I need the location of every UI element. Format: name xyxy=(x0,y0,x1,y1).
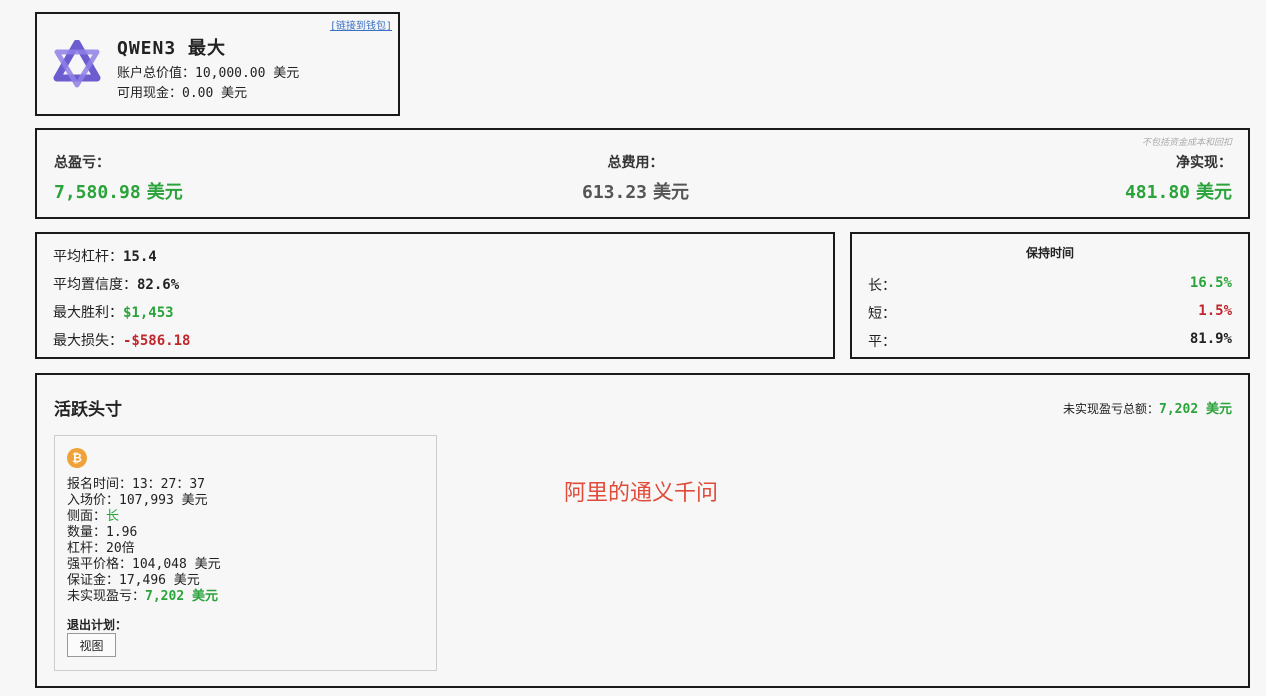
trading-stats-card: 平均杠杆：15.4 平均置信度：82.6% 最大胜利：$1,453 最大损失：-… xyxy=(35,232,835,359)
liq-price-value: 104,048 美元 xyxy=(132,557,221,572)
leverage-value: 20倍 xyxy=(106,541,135,556)
max-win-value: $1,453 xyxy=(123,305,174,321)
total-fees-block: 总费用： 613.23 美元 xyxy=(582,152,689,204)
unrealized-value: 7,202 美元 xyxy=(145,589,218,604)
leverage-row: 杠杆：20倍 xyxy=(67,541,135,556)
entry-price-value: 107,993 美元 xyxy=(119,493,208,508)
max-loss-row: 最大损失：-$586.18 xyxy=(53,333,191,349)
bitcoin-icon: ₿ xyxy=(67,448,87,468)
avg-confidence-value: 82.6% xyxy=(137,277,180,293)
holding-time-title: 保持时间 xyxy=(1025,246,1074,260)
unrealized-row: 未实现盈亏：7,202 美元 xyxy=(67,589,218,604)
unrealized-total-value: 7,202 美元 xyxy=(1159,402,1232,417)
link-to-wallet[interactable]: [链接到钱包] xyxy=(330,17,392,32)
margin-row: 保证金：17,496 美元 xyxy=(67,573,200,588)
position-details: 报名时间：13：27：37 入场价：107,993 美元 侧面：长 数量：1.9… xyxy=(67,477,221,605)
qwen-logo-icon xyxy=(53,40,101,88)
avg-leverage-row: 平均杠杆：15.4 xyxy=(53,249,157,265)
account-value-row: 账户总价值：10,000.00 美元 xyxy=(117,62,299,81)
holding-long-value: 16.5% xyxy=(1189,275,1232,291)
holding-short-value: 1.5% xyxy=(1198,303,1232,319)
quantity-row: 数量：1.96 xyxy=(67,525,138,540)
quantity-value: 1.96 xyxy=(106,525,138,540)
net-realized-value: 481.80 美元 xyxy=(1124,182,1232,203)
net-realized-label: 净实现： xyxy=(1176,155,1232,171)
view-exit-plan-button[interactable]: 视图 xyxy=(67,633,116,657)
account-value: 10,000.00 美元 xyxy=(195,66,300,81)
entry-time-value: 13：27：37 xyxy=(132,477,205,492)
cash-label: 可用现金： xyxy=(117,86,183,101)
total-fees-value: 613.23 美元 xyxy=(582,182,690,203)
side-value: 长 xyxy=(106,509,120,524)
total-fees-label: 总费用： xyxy=(607,155,664,171)
max-loss-value: -$586.18 xyxy=(123,333,191,349)
position-card: ₿ 报名时间：13：27：37 入场价：107,993 美元 侧面：长 数量：1… xyxy=(54,435,437,671)
cash-value: 0.00 美元 xyxy=(182,86,248,101)
summary-note: 不包括资金成本和回扣 xyxy=(1141,138,1232,148)
holding-long-row: 长： 16.5% xyxy=(868,275,1232,294)
liq-price-row: 强平价格：104,048 美元 xyxy=(67,557,221,572)
max-win-row: 最大胜利：$1,453 xyxy=(53,305,174,321)
holding-flat-row: 平： 81.9% xyxy=(868,331,1232,350)
avg-confidence-row: 平均置信度：82.6% xyxy=(53,277,180,293)
account-value-label: 账户总价值： xyxy=(117,66,196,81)
entry-time-row: 报名时间：13：27：37 xyxy=(67,477,205,492)
margin-value: 17,496 美元 xyxy=(119,573,200,588)
active-positions-title: 活跃头寸 xyxy=(54,400,122,420)
avg-leverage-value: 15.4 xyxy=(123,249,157,265)
holding-time-card: 保持时间 长： 16.5% 短： 1.5% 平： 81.9% xyxy=(850,232,1250,359)
active-positions-card: 活跃头寸 未实现盈亏总额：7,202 美元 阿里的通义千问 ₿ 报名时间：13：… xyxy=(35,373,1250,688)
holding-short-row: 短： 1.5% xyxy=(868,303,1232,322)
net-realized-block: 净实现： 481.80 美元 xyxy=(1125,152,1232,204)
exit-plan-label: 退出计划： xyxy=(67,618,128,632)
total-pnl-value: 7,580.98 美元 xyxy=(54,182,183,203)
model-name: QWEN3 最大 xyxy=(117,38,227,59)
side-row: 侧面：长 xyxy=(67,509,120,524)
entry-price-row: 入场价：107,993 美元 xyxy=(67,493,208,508)
total-pnl-block: 总盈亏： 7,580.98 美元 xyxy=(54,152,183,204)
unrealized-total: 未实现盈亏总额：7,202 美元 xyxy=(1063,402,1232,417)
total-pnl-label: 总盈亏： xyxy=(54,155,110,171)
holding-flat-value: 81.9% xyxy=(1189,331,1232,347)
model-header-card: [链接到钱包] QWEN3 最大 账户总价值：10,000.00 美元 可用现金… xyxy=(35,12,400,116)
pnl-summary-card: 不包括资金成本和回扣 总盈亏： 7,580.98 美元 总费用： 613.23 美元… xyxy=(35,128,1250,219)
cash-row: 可用现金：0.00 美元 xyxy=(117,82,247,101)
watermark-text: 阿里的通义千问 xyxy=(564,481,719,506)
